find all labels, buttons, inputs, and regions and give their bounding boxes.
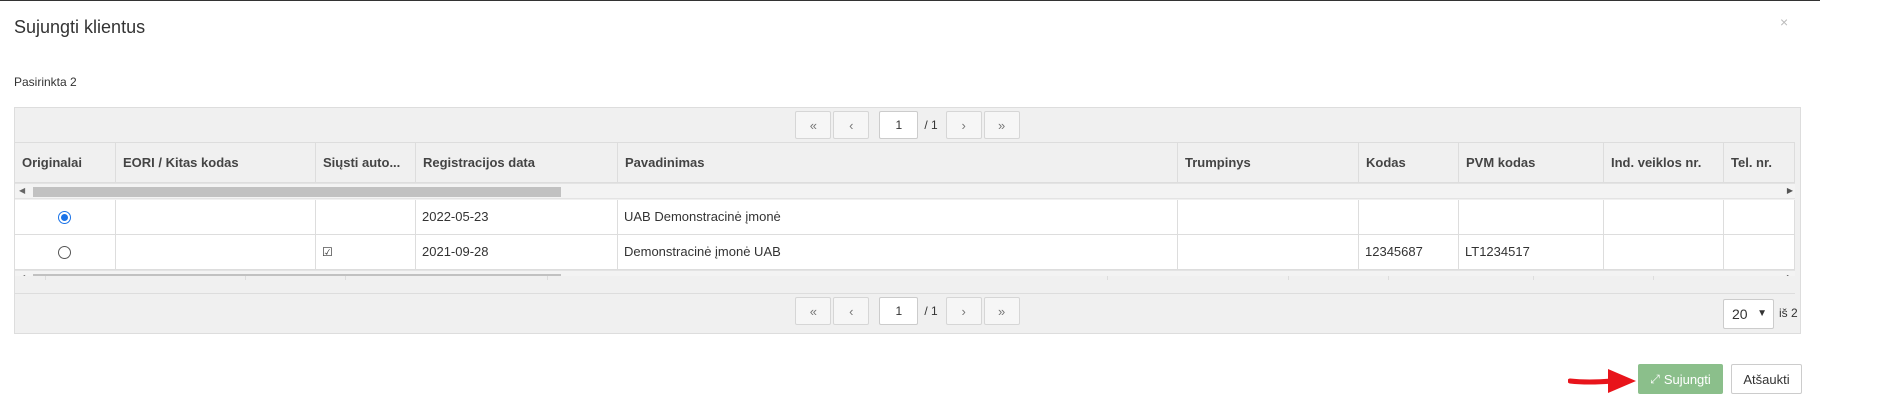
close-icon[interactable]: × [1780,14,1788,30]
column-header-ind-activity[interactable]: Ind. veiklos nr. [1604,143,1724,182]
ind-activity-cell [1604,200,1724,234]
eori-cell [116,235,316,269]
code-cell [1359,200,1459,234]
first-page-button[interactable]: « [795,111,832,139]
column-header-phone[interactable]: Tel. nr. [1724,143,1795,182]
page-total-label: / 1 [924,118,938,132]
send-auto-cell [316,200,416,234]
last-page-button[interactable]: » [983,111,1020,139]
selected-count-label: Pasirinkta 2 [14,75,77,89]
page-number-input[interactable] [879,111,919,139]
original-cell [15,200,116,234]
pager-bottom: « ‹ / 1 › » [15,294,1800,328]
ind-activity-cell [1604,235,1724,269]
page-size-value: 20 [1732,306,1748,322]
page-size-select[interactable]: 20 ▼ [1723,299,1774,329]
column-header-name[interactable]: Pavadinimas [618,143,1178,182]
column-header-registration-date[interactable]: Registracijos data [416,143,618,182]
table-row[interactable]: ☑ 2021-09-28 Demonstracinė įmonė UAB 123… [15,235,1795,270]
column-header-vat-code[interactable]: PVM kodas [1459,143,1604,182]
table-header: Originalai EORI / Kitas kodas Siųsti aut… [15,142,1795,183]
scroll-left-icon[interactable]: ◀ [19,186,25,195]
registration-date-cell: 2022-05-23 [416,200,618,234]
original-cell [15,235,116,269]
top-border [0,0,1884,1]
vat-code-cell [1459,200,1604,234]
first-page-button[interactable]: « [795,297,832,325]
prev-page-button[interactable]: ‹ [833,297,870,325]
column-header-eori[interactable]: EORI / Kitas kodas [116,143,316,182]
vat-code-cell: LT1234517 [1459,235,1604,269]
page-total-label: / 1 [924,304,938,318]
short-name-cell [1178,200,1359,234]
next-page-button[interactable]: › [945,111,982,139]
eori-cell [116,200,316,234]
header-horizontal-scrollbar[interactable]: ◀ ▶ [15,183,1795,199]
pager-top: « ‹ / 1 › » [15,108,1800,142]
clients-grid: « ‹ / 1 › » Originalai EORI / Kitas koda… [14,107,1801,334]
compress-icon: ⤢ [1650,371,1660,386]
column-header-send-auto[interactable]: Siųsti auto... [316,143,416,182]
scroll-right-icon[interactable]: ▶ [1787,186,1793,195]
merge-button-label: Sujungti [1663,371,1711,387]
cancel-button[interactable]: Atšaukti [1731,364,1802,394]
prev-page-button[interactable]: ‹ [833,111,870,139]
short-name-cell [1178,235,1359,269]
phone-cell [1724,235,1795,269]
page-count-label: iš 2 [1779,306,1798,320]
table-footer [15,276,1795,294]
chevron-down-icon: ▼ [1757,308,1767,319]
scrollbar-thumb[interactable] [33,187,561,197]
column-header-code[interactable]: Kodas [1359,143,1459,182]
column-header-short-name[interactable]: Trumpinys [1178,143,1359,182]
page-number-input[interactable] [879,297,919,325]
name-cell: Demonstracinė įmonė UAB [618,235,1178,269]
dialog-title: Sujungti klientus [14,17,146,37]
original-radio[interactable] [58,211,71,224]
merge-button[interactable]: ⤢ Sujungti [1638,364,1723,394]
red-pointer-arrow-icon [1568,369,1636,393]
name-cell: UAB Demonstracinė įmonė [618,200,1178,234]
original-radio[interactable] [58,246,71,259]
registration-date-cell: 2021-09-28 [416,235,618,269]
phone-cell [1724,200,1795,234]
next-page-button[interactable]: › [945,297,982,325]
column-header-originals[interactable]: Originalai [15,143,116,182]
send-auto-checkbox-icon: ☑ [316,235,416,269]
last-page-button[interactable]: » [983,297,1020,325]
table-row[interactable]: 2022-05-23 UAB Demonstracinė įmonė [15,200,1795,235]
code-cell: 12345687 [1359,235,1459,269]
